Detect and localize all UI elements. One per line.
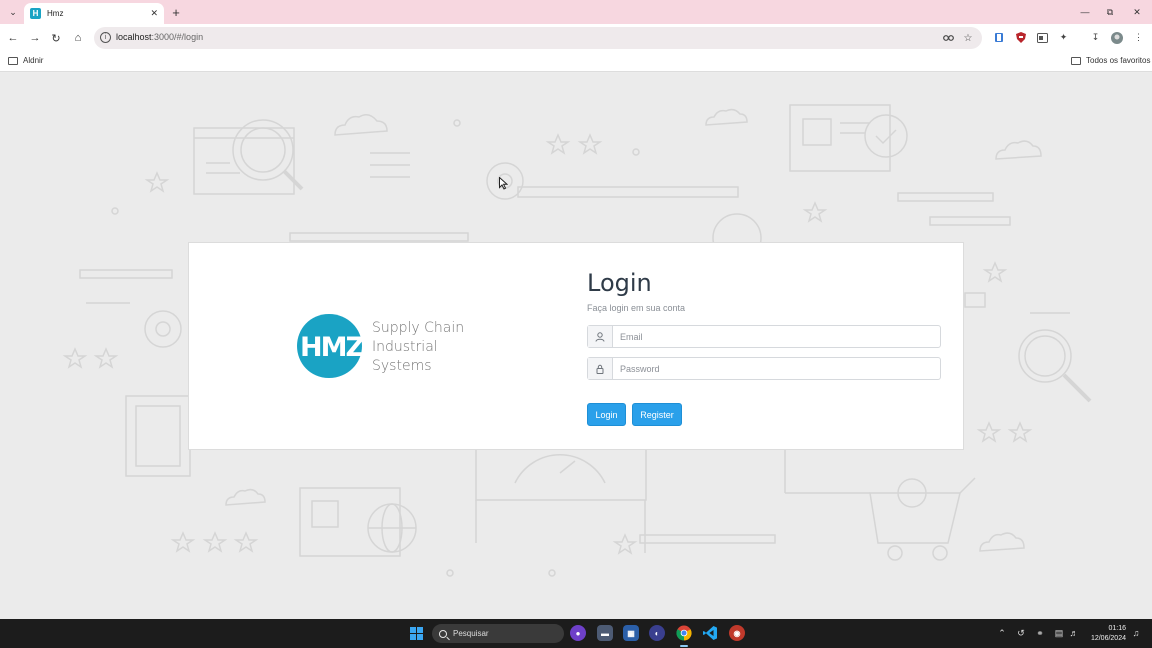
search-label: Pesquisar: [453, 629, 489, 638]
media-extension-icon[interactable]: [1036, 31, 1049, 44]
clock-date: 12/06/2024: [1090, 635, 1126, 642]
login-button[interactable]: Login: [587, 403, 626, 426]
folder-icon: [8, 56, 18, 65]
email-field[interactable]: [587, 325, 941, 348]
brand-tagline: Supply Chain Industrial Systems: [372, 319, 464, 376]
login-subtitle: Faça login em sua conta: [587, 303, 686, 313]
chrome-app-icon[interactable]: [676, 625, 692, 641]
star-icon[interactable]: ☆: [961, 31, 975, 45]
reader-extension-icon[interactable]: [992, 31, 1005, 44]
window-close-icon[interactable]: ✕: [1128, 4, 1146, 20]
sync-icon[interactable]: ↺: [1015, 627, 1027, 639]
taskbar: Pesquisar ● ▬ ▦ ◐ ◉ ⌃ ↺ ⚭ ▤ ♬ 01:16 12/0…: [0, 619, 1152, 648]
page-viewport: HMZ Supply Chain Industrial Systems Logi…: [0, 73, 1152, 619]
restore-icon[interactable]: ⧉: [1101, 4, 1119, 20]
search-icon: [439, 629, 447, 638]
email-input[interactable]: [613, 326, 940, 347]
github-app-icon[interactable]: ●: [570, 625, 586, 641]
home-icon[interactable]: ⌂: [70, 30, 86, 46]
password-key-icon[interactable]: [942, 31, 956, 45]
mouse-cursor-icon: [499, 177, 508, 190]
bookmarks-bar: Aldnir Todos os favoritos: [0, 52, 1152, 72]
minimize-icon[interactable]: —: [1076, 4, 1094, 20]
brand-line-3: Systems: [372, 358, 432, 374]
clock-time: 01:16: [1108, 625, 1126, 632]
windows-start-icon[interactable]: [410, 627, 423, 640]
back-arrow-icon[interactable]: ←: [5, 30, 21, 46]
profile-avatar-icon[interactable]: [1110, 31, 1123, 44]
browser-tab[interactable]: H Hmz ✕: [24, 3, 164, 24]
microphone-icon[interactable]: ⚭: [1034, 627, 1046, 639]
folder-icon: [1071, 56, 1081, 65]
notification-bell-icon[interactable]: ♫: [1130, 627, 1142, 639]
menu-dots-icon[interactable]: ⋮: [1132, 31, 1145, 44]
db-app-icon[interactable]: ▬: [597, 625, 613, 641]
network-icon[interactable]: ▤: [1053, 627, 1065, 639]
svg-text:HMZ: HMZ: [300, 332, 362, 363]
site-info-icon[interactable]: i: [100, 32, 111, 43]
close-icon[interactable]: ✕: [150, 8, 158, 19]
active-app-indicator: [680, 645, 688, 647]
login-title: Login: [587, 269, 652, 297]
user-icon: [588, 326, 613, 347]
favicon-icon: H: [30, 8, 41, 19]
hmz-logo: HMZ: [297, 314, 362, 378]
register-button[interactable]: Register: [632, 403, 682, 426]
vscode-app-icon[interactable]: [702, 625, 718, 641]
vm-app-icon[interactable]: ▦: [623, 625, 639, 641]
shield-extension-icon[interactable]: [1014, 31, 1027, 44]
volume-icon[interactable]: ♬: [1068, 627, 1080, 639]
brand-line-1: Supply Chain: [372, 320, 465, 336]
forward-arrow-icon[interactable]: →: [27, 30, 43, 46]
address-bar[interactable]: i localhost:3000/#/login ☆: [94, 27, 982, 49]
tool-app-icon[interactable]: ◐: [649, 625, 665, 641]
bookmark-label: Todos os favoritos: [1086, 56, 1151, 65]
bookmark-folder-aldnir[interactable]: Aldnir: [8, 56, 43, 65]
reload-icon[interactable]: ↻: [48, 30, 64, 46]
extension-icon[interactable]: ✦: [1057, 31, 1070, 44]
browser-toolbar: ← → ↻ ⌂ i localhost:3000/#/login ☆ ✦ ↧ ⋮: [0, 24, 1152, 52]
url-text[interactable]: localhost:3000/#/login: [116, 32, 203, 42]
tab-title: Hmz: [47, 9, 64, 18]
lock-icon: [588, 358, 613, 379]
taskbar-search[interactable]: Pesquisar: [432, 624, 564, 643]
chevron-up-icon[interactable]: ⌃: [996, 627, 1008, 639]
brand-line-2: Industrial: [372, 339, 438, 355]
password-input[interactable]: [613, 358, 940, 379]
media-app-icon[interactable]: ◉: [729, 625, 745, 641]
password-field[interactable]: [587, 357, 941, 380]
login-card: HMZ Supply Chain Industrial Systems Logi…: [188, 242, 964, 450]
system-clock[interactable]: 01:16 12/06/2024: [1086, 624, 1126, 644]
tab-search-icon[interactable]: ⌄: [5, 4, 21, 20]
bookmark-label: Aldnir: [23, 56, 44, 65]
tab-strip: ⌄ H Hmz ✕ + — ⧉ ✕: [0, 0, 1152, 24]
all-bookmarks-button[interactable]: Todos os favoritos: [1071, 56, 1150, 65]
new-tab-button[interactable]: +: [169, 4, 183, 20]
download-icon[interactable]: ↧: [1089, 31, 1102, 44]
